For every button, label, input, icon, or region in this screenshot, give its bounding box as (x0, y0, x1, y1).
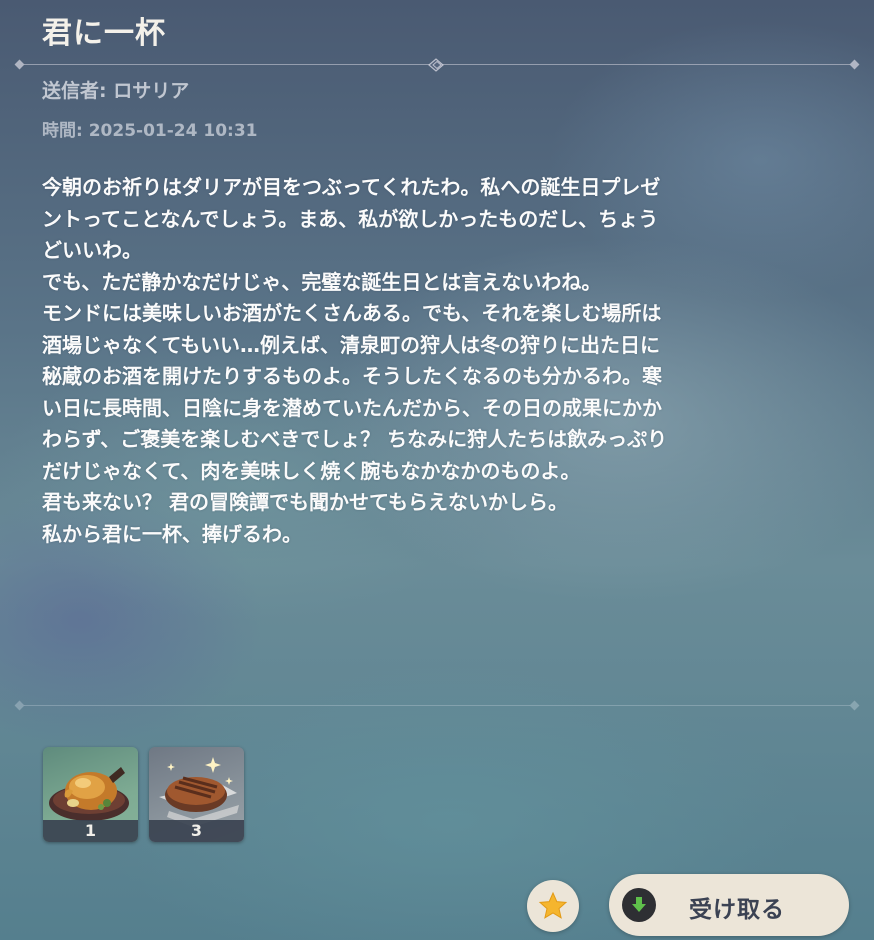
attachment-quantity: 3 (149, 820, 244, 842)
star-icon (538, 891, 568, 919)
mail-body-line: でも、ただ静かなだけじゃ、完璧な誕生日とは言えないわね。 (42, 269, 602, 294)
mail-title: 君に一杯 (42, 16, 166, 51)
claim-icon-wrap (622, 888, 656, 922)
mail-body-line: 秘蔵のお酒を開けたりするものよ。そうしたくなるのも分かるわ。寒 (42, 364, 662, 388)
attachments-divider (14, 699, 860, 713)
attachment-item[interactable]: 1 (43, 747, 138, 842)
favorite-button[interactable] (527, 880, 579, 932)
mail-body-line: 酒場じゃなくてもいい…例えば、清泉町の狩人は冬の狩りに出た日に (42, 332, 660, 357)
claim-button[interactable]: 受け取る (609, 874, 849, 936)
mail-body-line: ントってことなんでしょう。まあ、私が欲しかったものだし、ちょう (42, 206, 659, 231)
mail-sender: 送信者: ロサリア (42, 80, 190, 102)
mail-body-line: どいいわ。 (42, 238, 142, 262)
header-divider (14, 58, 860, 72)
mail-body-line: だけじゃなくて、肉を美味しく焼く腕もなかなかのものよ。 (42, 458, 581, 483)
mail-body-line: 君も来ない？ 君の冒険譚でも聞かせてもらえないかしら。 (42, 490, 568, 514)
mail-body-line: 私から君に一杯、捧げるわ。 (42, 521, 302, 546)
attachment-list: 1 3 (43, 747, 244, 842)
mail-body-line: い日に長時間、日陰に身を潜めていたんだから、その日の成果にかか (42, 395, 662, 420)
attachment-item[interactable]: 3 (149, 747, 244, 842)
mail-body-line: モンドには美味しいお酒がたくさんある。でも、それを楽しむ場所は (42, 301, 662, 325)
mail-timestamp: 時間: 2025-01-24 10:31 (42, 121, 258, 141)
mail-body-line: 今朝のお祈りはダリアが目をつぶってくれたわ。私への誕生日プレゼ (42, 175, 661, 199)
attachment-quantity: 1 (43, 820, 138, 842)
mail-body-line: わらず、ご褒美を楽しむべきでしょ？ ちなみに狩人たちは飲みっぷり (42, 427, 668, 451)
claim-button-label: 受け取る (689, 897, 785, 923)
mail-body: 今朝のお祈りはダリアが目をつぶってくれたわ。私への誕生日プレゼ ントってことなん… (42, 172, 842, 550)
download-arrow-icon (632, 897, 646, 912)
